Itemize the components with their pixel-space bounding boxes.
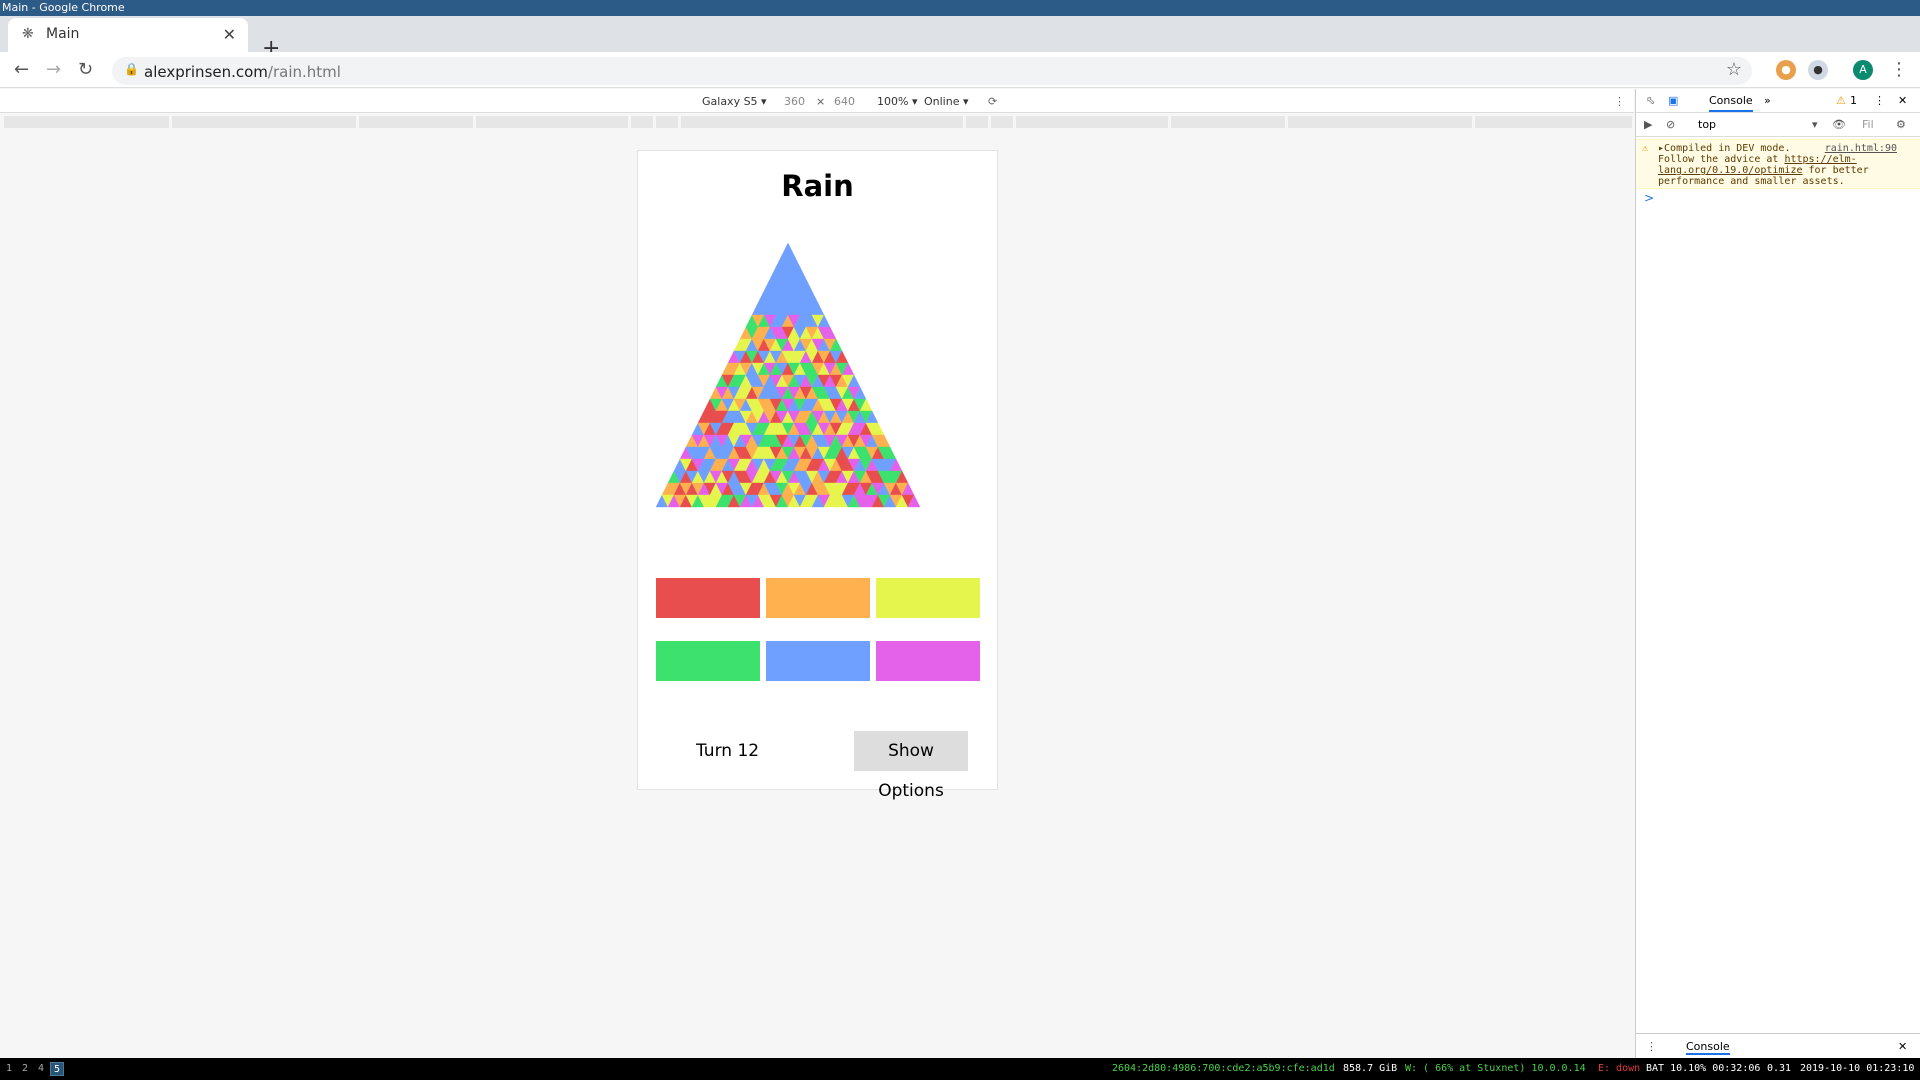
- status-wifi: W: ( 66% at Stuxnet) 10.0.0.14: [1405, 1063, 1586, 1074]
- warning-triangle-icon: ⚠: [1642, 143, 1649, 154]
- device-toolbar: Galaxy S5 ▾ 360 × 640 100% ▾ Online ▾ ⟳ …: [0, 89, 1634, 113]
- media-query-segment[interactable]: [991, 116, 1013, 128]
- media-query-segment[interactable]: [4, 116, 169, 128]
- device-select[interactable]: Galaxy S5 ▾: [702, 95, 767, 108]
- workspace-2[interactable]: 2: [18, 1062, 32, 1076]
- devtools-close-icon[interactable]: ✕: [1898, 94, 1907, 107]
- game-title: Rain: [781, 169, 854, 203]
- device-toggle-icon[interactable]: ▣: [1668, 94, 1678, 107]
- window-title: Main - Google Chrome: [0, 0, 1920, 16]
- show-options-button[interactable]: Show Options: [854, 731, 968, 801]
- media-query-segment[interactable]: [1288, 116, 1472, 128]
- tab-main[interactable]: ❋ Main ✕: [8, 18, 248, 52]
- url-path: /rain.html: [267, 63, 341, 81]
- workspace-5[interactable]: 5: [50, 1062, 64, 1076]
- board-cell: [781, 243, 795, 256]
- devtools-tabbar: ⬁ ▣ Console » ⚠ 1 ⋮ ✕: [1636, 89, 1920, 113]
- media-query-segment[interactable]: [1171, 116, 1285, 128]
- media-query-segment[interactable]: [1475, 116, 1632, 128]
- console-warning-message: ⚠ rain.html:90 ▸Compiled in DEV mode. Fo…: [1636, 139, 1920, 189]
- status-ipv6: 2604:2d80:4986:700:cde2:a5b9:cfe:ad1d: [1112, 1063, 1335, 1074]
- console-filter-input[interactable]: Fil: [1862, 118, 1874, 131]
- devtools-menu-icon[interactable]: ⋮: [1874, 94, 1885, 107]
- lock-icon: 🔒: [124, 62, 139, 76]
- network-select[interactable]: Online ▾: [924, 95, 969, 108]
- tab-title: Main: [46, 26, 80, 42]
- tab-close-icon[interactable]: ✕: [223, 25, 236, 44]
- profile-avatar[interactable]: A: [1853, 60, 1873, 80]
- triangle-game-board[interactable]: [656, 243, 980, 573]
- reload-icon[interactable]: ↻: [78, 59, 93, 80]
- media-query-segment[interactable]: [172, 116, 356, 128]
- media-query-segment[interactable]: [359, 116, 473, 128]
- inspect-element-icon[interactable]: ⬁: [1646, 94, 1655, 107]
- extension-icon[interactable]: ●: [1776, 60, 1796, 80]
- status-load: 0.31: [1767, 1063, 1792, 1074]
- media-query-segment[interactable]: [681, 116, 963, 128]
- rotate-icon[interactable]: ⟳: [988, 95, 997, 108]
- console-drawer-bar: ⋮ Console ✕: [1636, 1033, 1920, 1058]
- drawer-close-icon[interactable]: ✕: [1898, 1040, 1907, 1053]
- zoom-select[interactable]: 100% ▾: [877, 95, 917, 108]
- url-domain: alexprinsen.com: [144, 63, 268, 81]
- message-source-link[interactable]: rain.html:90: [1825, 143, 1897, 154]
- drawer-menu-icon[interactable]: ⋮: [1646, 1040, 1657, 1053]
- turn-counter: Turn 12: [696, 741, 760, 761]
- warning-line-2: Follow the advice at: [1658, 154, 1785, 165]
- clear-console-icon[interactable]: ⊘: [1666, 118, 1675, 131]
- color-button-green[interactable]: [656, 641, 760, 681]
- more-tabs-icon[interactable]: »: [1764, 94, 1771, 107]
- chrome-menu-icon[interactable]: ⋮: [1890, 59, 1908, 80]
- status-ethernet: E: down: [1598, 1063, 1641, 1074]
- color-button-red[interactable]: [656, 578, 760, 618]
- context-dropdown-icon[interactable]: ▾: [1812, 118, 1818, 131]
- address-bar[interactable]: 🔒 alexprinsen.com/rain.html ☆: [112, 57, 1752, 85]
- viewport-height[interactable]: 640: [834, 95, 855, 108]
- media-query-segment[interactable]: [966, 116, 988, 128]
- live-expression-eye-icon[interactable]: 👁: [1832, 118, 1846, 131]
- context-select[interactable]: top: [1698, 118, 1716, 131]
- back-arrow-icon[interactable]: ←: [14, 59, 29, 80]
- media-query-segment[interactable]: [1016, 116, 1168, 128]
- workspace-4[interactable]: 4: [34, 1062, 48, 1076]
- browser-toolbar: ← → ↻ 🔒 alexprinsen.com/rain.html ☆ ● ● …: [0, 52, 1920, 88]
- workspace-1[interactable]: 1: [2, 1062, 16, 1076]
- color-button-pink[interactable]: [876, 641, 980, 681]
- url-text[interactable]: alexprinsen.com/rain.html: [144, 63, 341, 81]
- device-more-icon[interactable]: ⋮: [1614, 95, 1625, 108]
- media-query-segment[interactable]: [631, 116, 653, 128]
- console-settings-gear-icon[interactable]: ⚙: [1896, 118, 1906, 131]
- status-datetime: 2019-10-10 01:23:10: [1800, 1063, 1915, 1074]
- tab-strip: ❋ Main ✕ +: [0, 16, 1920, 61]
- bookmark-star-icon[interactable]: ☆: [1726, 59, 1742, 80]
- forward-arrow-icon[interactable]: →: [46, 59, 61, 80]
- console-toolbar: ▶ ⊘ top ▾ 👁 Fil ⚙: [1636, 113, 1920, 137]
- color-button-blue[interactable]: [766, 641, 870, 681]
- drawer-tab-console[interactable]: Console: [1686, 1040, 1730, 1055]
- i3-status-bar: 1 2 4 5 2604:2d80:4986:700:cde2:a5b9:cfe…: [0, 1058, 1920, 1080]
- status-battery: BAT 10.10% 00:32:06: [1646, 1063, 1761, 1074]
- viewport-width[interactable]: 360: [784, 95, 805, 108]
- media-query-segment[interactable]: [476, 116, 628, 128]
- color-button-yellow[interactable]: [876, 578, 980, 618]
- tab-console[interactable]: Console: [1709, 94, 1753, 112]
- console-prompt[interactable]: >: [1644, 191, 1654, 205]
- sidebar-toggle-icon[interactable]: ▶: [1644, 118, 1652, 131]
- devtools-panel: ⬁ ▣ Console » ⚠ 1 ⋮ ✕ ▶ ⊘ top ▾ 👁 Fil ⚙ …: [1635, 89, 1920, 1058]
- dimension-separator: ×: [816, 95, 826, 108]
- warning-icon[interactable]: ⚠: [1836, 94, 1846, 107]
- warning-line-1: Compiled in DEV mode.: [1664, 143, 1791, 154]
- media-query-bar: [4, 116, 1632, 128]
- warning-count[interactable]: 1: [1850, 94, 1857, 107]
- media-query-segment[interactable]: [656, 116, 678, 128]
- puzzle-favicon-icon: ❋: [22, 26, 34, 42]
- color-button-orange[interactable]: [766, 578, 870, 618]
- extension-lock-icon[interactable]: ●: [1808, 60, 1828, 80]
- status-disk: 858.7 GiB: [1343, 1063, 1398, 1074]
- device-screen: Rain Turn 12 Show Options: [637, 150, 998, 801]
